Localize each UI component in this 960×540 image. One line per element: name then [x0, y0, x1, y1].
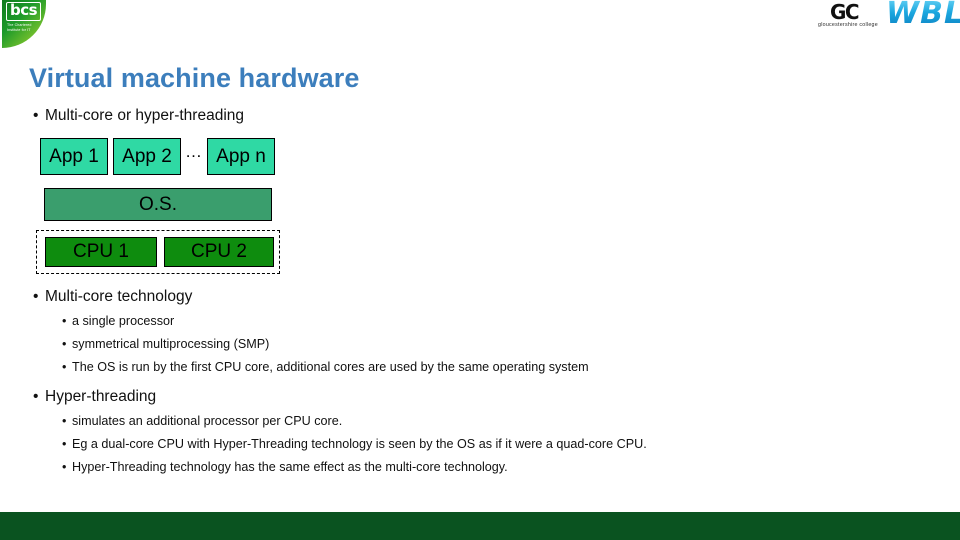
- os-box: O.S.: [44, 188, 272, 221]
- subbullet-smp: • symmetrical multiprocessing (SMP): [62, 336, 269, 353]
- subbullet-os-first-cpu-core: • The OS is run by the first CPU core, ad…: [62, 359, 589, 376]
- subbullet-dual-core-example: • Eg a dual-core CPU with Hyper-Threading…: [62, 436, 647, 453]
- gc-logo-mark: GC: [830, 0, 860, 24]
- cpu-box-1: CPU 1: [45, 237, 157, 267]
- bullet-hyper-threading: • Hyper-threading: [33, 387, 156, 407]
- bcs-logo-wordmark: bcs: [6, 2, 42, 21]
- subbullet-text: The OS is run by the first CPU core, add…: [72, 360, 589, 374]
- vm-hardware-diagram: App 1 App 2 … App n O.S. CPU 1 CPU 2: [36, 138, 290, 280]
- cpu-box-2: CPU 2: [164, 237, 274, 267]
- subbullet-same-effect: • Hyper-Threading technology has the same…: [62, 459, 508, 476]
- subbullet-text: simulates an additional processor per CP…: [72, 414, 343, 428]
- page-title: Virtual machine hardware: [29, 63, 360, 93]
- bcs-logo: bcs The Chartered Institute for IT: [2, 0, 46, 48]
- subbullet-simulates-processor: • simulates an additional processor per C…: [62, 413, 342, 430]
- subbullet-text: Hyper-Threading technology has the same …: [72, 460, 508, 474]
- app-row: App 1 App 2 … App n: [40, 138, 275, 175]
- cpu-group-dashed-border: CPU 1 CPU 2: [36, 230, 280, 274]
- bcs-logo-tagline: The Chartered Institute for IT: [7, 23, 32, 32]
- bullet-glyph-icon: •: [62, 460, 67, 474]
- bullet-glyph-icon: •: [62, 360, 67, 374]
- subbullet-text: a single processor: [72, 314, 175, 328]
- app-ellipsis: …: [185, 142, 203, 161]
- bullet-glyph-icon: •: [33, 288, 39, 305]
- bullet-text: Hyper-threading: [45, 388, 157, 405]
- subbullet-text: Eg a dual-core CPU with Hyper-Threading …: [72, 437, 647, 451]
- bullet-glyph-icon: •: [62, 337, 67, 351]
- slide-header: bcs The Chartered Institute for IT GC gl…: [0, 0, 960, 48]
- app-box-n: App n: [207, 138, 275, 175]
- subbullet-single-processor: • a single processor: [62, 313, 174, 330]
- footer-bar: [0, 512, 960, 540]
- app-box-1: App 1: [40, 138, 108, 175]
- gc-logo-name: gloucestershire college: [818, 22, 878, 28]
- bullet-glyph-icon: •: [33, 107, 39, 124]
- subbullet-text: symmetrical multiprocessing (SMP): [72, 337, 270, 351]
- bullet-multicore-technology: • Multi-core technology: [33, 287, 192, 307]
- gloucestershire-college-logo: GC gloucestershire college: [818, 2, 888, 34]
- bullet-multicore-or-hyperthreading: • Multi-core or hyper-threading: [33, 106, 244, 126]
- bullet-glyph-icon: •: [62, 437, 67, 451]
- bullet-text: Multi-core technology: [45, 288, 193, 305]
- slide: bcs The Chartered Institute for IT GC gl…: [0, 0, 960, 540]
- wbl-logo: WBL: [886, 0, 960, 30]
- bullet-text: Multi-core or hyper-threading: [45, 107, 245, 124]
- app-box-2: App 2: [113, 138, 181, 175]
- bullet-glyph-icon: •: [62, 314, 67, 328]
- bullet-glyph-icon: •: [62, 414, 67, 428]
- bullet-glyph-icon: •: [33, 388, 39, 405]
